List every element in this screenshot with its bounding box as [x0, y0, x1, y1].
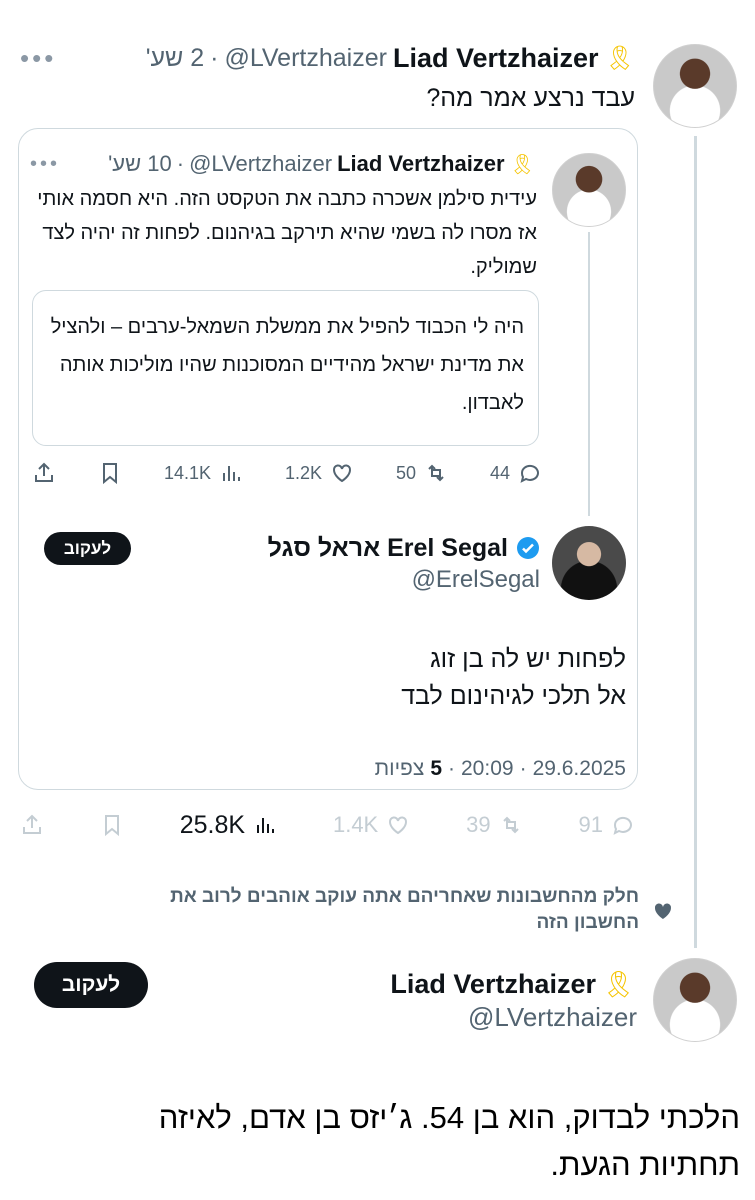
repost-button[interactable]: 39 [466, 812, 522, 838]
follow-button[interactable]: לעקוב [44, 532, 131, 565]
replies-count: 44 [489, 462, 510, 483]
views-icon [222, 466, 240, 481]
avatar[interactable] [653, 44, 737, 128]
more-icon[interactable]: ••• [20, 43, 56, 74]
bookmark-icon [102, 463, 117, 485]
views-button[interactable]: 25.8K [180, 811, 277, 840]
thread-line [588, 232, 590, 516]
quote-action-bar: 14.1K 1.2K 50 44 [32, 456, 542, 490]
repost-icon [502, 816, 519, 834]
reposts-count: 39 [466, 812, 491, 837]
share-button[interactable] [32, 461, 56, 485]
post-handle[interactable]: @LVertzhaizer [224, 44, 387, 73]
views-icon [257, 818, 275, 833]
dot-separator: · [519, 757, 527, 780]
dot-separator: · [210, 43, 219, 72]
reply-text-line2: אל תלכי לגיהינום לבד [401, 682, 626, 710]
follow-button-label: לעקוב [61, 973, 121, 996]
reposts-count: 50 [395, 462, 416, 483]
views-count: 14.1K [163, 462, 211, 483]
likes-count: 1.4K [332, 812, 379, 837]
reply-date: 29.6.2025 [532, 757, 626, 780]
social-context-text: חלק מהחשבונות שאחריהם אתה עוקב אוהבים לר… [170, 886, 640, 933]
post-text: עבד נרצע אמר מה? [426, 84, 635, 112]
bookmark-button[interactable] [100, 813, 124, 837]
verified-badge-icon [517, 537, 539, 559]
post-time: 2 שע' [145, 43, 205, 72]
profile-handle[interactable]: @LVertzhaizer [300, 1002, 637, 1033]
share-button[interactable] [20, 813, 44, 837]
share-icon [23, 814, 41, 834]
reply-views-count: 5 [430, 757, 442, 780]
quote-author-name[interactable]: Liad Vertzhaizer [337, 151, 505, 177]
profile-name-row: Liad Vertzhaizer 🎗 [250, 965, 635, 1003]
avatar[interactable] [552, 153, 626, 227]
heart-filled-icon [655, 903, 672, 919]
reply-button[interactable]: 91 [578, 812, 634, 838]
views-count: 25.8K [179, 810, 246, 839]
quote-header: ••• 10 שע' · @LVertzhaizer Liad Vertzhai… [30, 148, 535, 180]
dot-separator: · [176, 151, 185, 176]
more-icon[interactable]: ••• [30, 153, 60, 176]
reply-time: 20:09 [461, 757, 514, 780]
inner-quote-text: היה לי הכבוד להפיל את ממשלת השמאל-ערבים … [50, 316, 524, 414]
bookmark-button[interactable] [98, 461, 122, 485]
quote-handle[interactable]: @LVertzhaizer [189, 151, 332, 177]
reply-text-line1: לפחות יש לה בן זוג [430, 645, 626, 673]
follow-button[interactable]: לעקוב [34, 962, 148, 1008]
repost-button[interactable]: 50 [396, 461, 448, 485]
quote-time: 10 שע' [108, 151, 172, 176]
reply-icon [613, 816, 632, 835]
follow-button-label: לעקוב [63, 538, 112, 558]
like-button[interactable]: 1.2K [285, 461, 354, 485]
avatar[interactable] [653, 958, 737, 1042]
ribbon-icon: 🎗 [601, 968, 635, 999]
like-button[interactable]: 1.4K [333, 812, 410, 838]
social-context: חלק מהחשבונות שאחריהם אתה עוקב אוהבים לר… [100, 884, 675, 936]
ribbon-icon: 🎗 [604, 44, 635, 72]
likes-count: 1.2K [284, 462, 322, 483]
bookmark-icon [104, 815, 119, 837]
quote-text: עידית סילמן אשכרה כתבה את הטקסט הזה. היא… [37, 188, 537, 278]
avatar[interactable] [552, 526, 626, 600]
post-header: ••• 2 שע' · @LVertzhaizer Liad Vertzhaiz… [20, 40, 635, 76]
views-label: צפיות [374, 757, 425, 780]
replies-count: 91 [578, 812, 603, 837]
profile-author-name[interactable]: Liad Vertzhaizer [390, 969, 596, 1000]
heart-icon [332, 464, 351, 483]
share-icon [35, 462, 53, 482]
ribbon-icon: 🎗 [509, 153, 535, 176]
caption-text: הלכתי לבדוק, הוא בן 54. ג׳יזס בן אדם, לא… [158, 1100, 740, 1182]
reply-author-name[interactable]: Erel Segal אראל סגל [268, 534, 508, 563]
reply-handle[interactable]: @ErelSegal [300, 566, 540, 594]
repost-icon [428, 464, 444, 482]
reply-button[interactable]: 44 [490, 461, 542, 485]
views-button[interactable]: 14.1K [164, 461, 243, 485]
reply-header: Erel Segal אראל סגל [150, 530, 540, 566]
heart-icon [389, 816, 408, 835]
reply-icon [520, 464, 539, 483]
thread-line [694, 136, 697, 948]
dot-separator: · [448, 757, 455, 780]
reply-meta: צפיות 5 · 20:09 · 29.6.2025 [40, 755, 626, 783]
post-author-name[interactable]: Liad Vertzhaizer [393, 43, 599, 74]
post-action-bar: 25.8K 1.4K 39 91 [20, 808, 635, 842]
